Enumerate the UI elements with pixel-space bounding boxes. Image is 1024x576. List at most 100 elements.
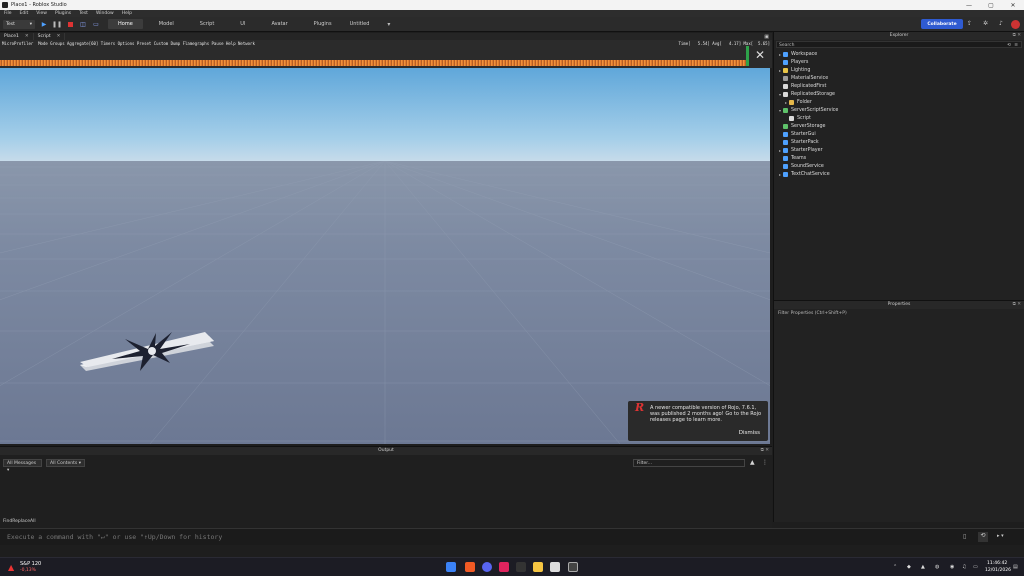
collaborate-button[interactable]: Collaborate — [921, 19, 963, 29]
history-icon[interactable]: ⟲ — [978, 532, 988, 542]
wifi-icon[interactable]: ◉ — [950, 564, 954, 570]
client-server-icon[interactable]: ◫ — [79, 20, 87, 28]
file-explorer-icon[interactable] — [533, 562, 543, 572]
notification-icon[interactable]: ▤ — [1013, 564, 1018, 570]
explorer-item-replicatedfirst[interactable]: ReplicatedFirst — [774, 82, 1024, 90]
menu-help[interactable]: Help — [118, 11, 136, 16]
clock-date[interactable]: 12/01/2026 — [985, 568, 1011, 573]
mode-dropdown[interactable]: Test ▾ — [3, 19, 35, 29]
stock-widget-icon[interactable]: ▲ — [8, 563, 14, 572]
tab-home[interactable]: Home — [108, 19, 143, 29]
explorer-item-textchatservice[interactable]: ▸ TextChatService — [774, 170, 1024, 178]
menu-file[interactable]: File — [0, 11, 16, 16]
properties-filter-input[interactable]: Filter Properties (Ctrl+Shift+P) — [776, 310, 1022, 317]
device-icon[interactable]: ▭ — [92, 20, 100, 28]
tab-model[interactable]: Model — [149, 19, 184, 29]
stop-icon[interactable] — [66, 20, 74, 28]
panel-controls-icon[interactable]: ⧉ ✕ — [1013, 32, 1021, 40]
tab-plugins[interactable]: Plugins — [304, 19, 342, 29]
explorer-item-starterplayer[interactable]: ▸ StarterPlayer — [774, 146, 1024, 154]
battery-icon[interactable]: ▭ — [973, 564, 978, 570]
windows-taskbar: ▲ S&P 120 -0,13% ⌃ ◆ ▲ ◍ ◉ ♫ ▭ 11:46:42 … — [0, 557, 1024, 576]
filter-icon[interactable]: ≡ — [1014, 42, 1018, 49]
command-bar[interactable]: Execute a command with "↵" or use "↑Up/D… — [0, 528, 1024, 545]
explorer-search-input[interactable]: Search ⟲ ≡ — [776, 41, 1022, 48]
startergui-icon — [783, 131, 788, 137]
close-tab-icon[interactable]: ✕ — [57, 34, 61, 39]
play-icon[interactable]: ▶ — [40, 20, 48, 28]
discord-icon[interactable] — [482, 562, 492, 572]
bookmark-icon[interactable]: ▯ — [963, 533, 966, 540]
tab-avatar[interactable]: Avatar — [261, 19, 297, 29]
explorer-item-workspace[interactable]: ▸ Workspace — [774, 50, 1024, 58]
explorer-item-startergui[interactable]: StarterGui — [774, 130, 1024, 138]
clear-output-icon[interactable]: ▲ — [750, 459, 755, 466]
close-microprofiler-icon[interactable]: ✕ — [753, 49, 767, 63]
panel-controls-icon[interactable]: ⧉ ✕ — [761, 447, 769, 455]
menu-view[interactable]: View — [32, 11, 51, 16]
microprofiler-stats: Time[ 5.54] Avg[ 4.17] Max[ 5.65] — [678, 41, 770, 46]
menu-plugins[interactable]: Plugins — [51, 11, 75, 16]
add-tab-icon[interactable]: ▾ — [387, 21, 390, 28]
explorer-item-label: Folder — [797, 99, 812, 105]
explorer-item-folder[interactable]: ▸ Folder — [774, 98, 1024, 106]
mode-label: Test — [6, 21, 15, 27]
properties-title: Properties — [887, 302, 911, 307]
menu-test[interactable]: Test — [75, 11, 92, 16]
tab-ui[interactable]: UI — [230, 19, 255, 29]
minimize-button[interactable]: — — [958, 2, 980, 9]
menu-window[interactable]: Window — [92, 11, 118, 16]
roblox-icon[interactable] — [550, 562, 560, 572]
menu-edit[interactable]: Edit — [16, 11, 33, 16]
start-menu-icon[interactable] — [446, 562, 456, 572]
clock-time[interactable]: 11:46:42 — [987, 561, 1007, 566]
dismiss-button[interactable]: Dismiss — [739, 430, 760, 436]
share-icon[interactable]: ⇪ — [967, 20, 972, 27]
close-button[interactable]: ✕ — [1002, 2, 1024, 9]
output-filter-input[interactable]: Filter... — [633, 459, 745, 467]
tray-app-icon[interactable]: ◍ — [935, 564, 939, 570]
replicatedfirst-icon — [783, 83, 788, 89]
notification-bell-icon[interactable]: ♪ — [999, 20, 1003, 27]
explorer-item-replicatedstorage[interactable]: ▾ ReplicatedStorage — [774, 90, 1024, 98]
tab-script[interactable]: Script — [190, 19, 225, 29]
stock-name[interactable]: S&P 120 — [20, 561, 41, 567]
microprofiler-menu-text[interactable]: MicroProfiler Mode Groups Aggregate[60] … — [2, 41, 255, 46]
explorer-item-teams[interactable]: Teams — [774, 154, 1024, 162]
terminal-icon[interactable] — [516, 562, 526, 572]
doc-tab-script[interactable]: Script ✕ — [34, 33, 66, 40]
contexts-filter-dropdown[interactable]: All Contents ▾ — [46, 459, 85, 467]
settings-icon[interactable]: ✲ — [983, 20, 988, 27]
3d-viewport[interactable]: R A newer compatible version of Rojo, 7.… — [0, 68, 770, 444]
explorer-item-script[interactable]: Script — [774, 114, 1024, 122]
tray-app-icon[interactable]: ▲ — [921, 564, 925, 570]
tray-chevron-icon[interactable]: ⌃ — [893, 564, 897, 570]
roblox-studio-icon[interactable] — [568, 562, 578, 572]
avatar[interactable] — [1011, 20, 1020, 29]
close-tab-icon[interactable]: ✕ — [25, 34, 29, 39]
history-icon[interactable]: ⟲ — [1007, 42, 1011, 49]
messages-filter-dropdown[interactable]: All Messages ▾ — [3, 459, 42, 473]
run-context-dropdown[interactable]: ▸ ▾ — [997, 533, 1004, 539]
explorer-item-lighting[interactable]: ▸ Lighting — [774, 66, 1024, 74]
explorer-item-starterpack[interactable]: StarterPack — [774, 138, 1024, 146]
find-replace-tab[interactable]: FindReplaceAll — [0, 518, 60, 526]
explorer-item-materialservice[interactable]: MaterialService — [774, 74, 1024, 82]
explorer-item-soundservice[interactable]: SoundService — [774, 162, 1024, 170]
volume-icon[interactable]: ♫ — [962, 564, 966, 570]
output-menu-icon[interactable]: ⋮ — [762, 459, 768, 466]
brave-browser-icon[interactable] — [465, 562, 475, 572]
music-icon[interactable] — [499, 562, 509, 572]
pause-icon[interactable]: ❚❚ — [52, 20, 62, 28]
maximize-button[interactable]: ▢ — [980, 2, 1002, 9]
tray-app-icon[interactable]: ◆ — [907, 564, 911, 570]
explorer-item-players[interactable]: Players — [774, 58, 1024, 66]
tab-untitled[interactable]: Untitled — [348, 19, 380, 29]
decal-part[interactable] — [80, 332, 214, 371]
starterpack-icon — [783, 139, 788, 145]
viewport-menu-icon[interactable]: ▣ — [764, 34, 769, 40]
doc-tab-place1[interactable]: Place1 ✕ — [0, 33, 34, 40]
explorer-item-serverstorage[interactable]: ServerStorage — [774, 122, 1024, 130]
explorer-item-serverscriptservice[interactable]: ▾ ServerScriptService — [774, 106, 1024, 114]
panel-controls-icon[interactable]: ⧉ ✕ — [1013, 301, 1021, 309]
